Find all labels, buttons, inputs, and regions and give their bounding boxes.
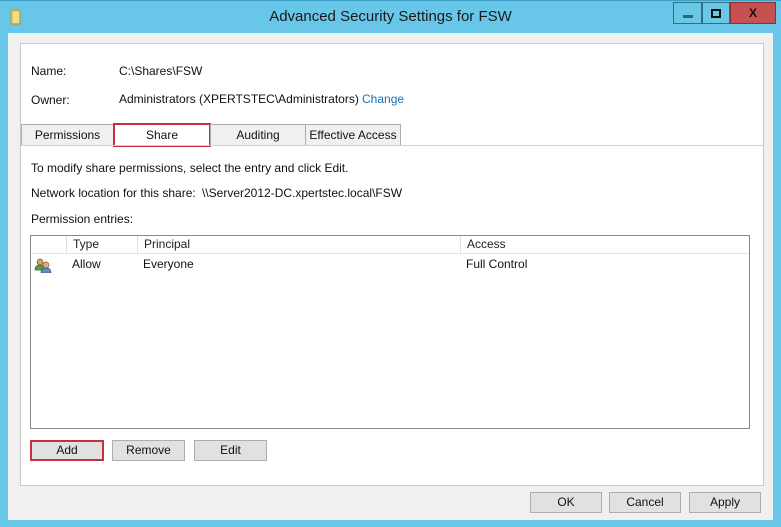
tab-auditing[interactable]: Auditing xyxy=(210,124,306,146)
add-button[interactable]: Add xyxy=(30,440,104,461)
advanced-security-settings-window: Advanced Security Settings for FSW X Nam… xyxy=(0,0,781,527)
close-icon: X xyxy=(748,6,757,20)
share-instruction-text: To modify share permissions, select the … xyxy=(31,161,349,175)
tab-effective-access[interactable]: Effective Access xyxy=(305,124,401,146)
change-owner-link[interactable]: Change xyxy=(362,92,404,106)
entry-principal: Everyone xyxy=(143,257,194,271)
maximize-icon xyxy=(711,8,721,18)
permission-entry-row[interactable]: Allow Everyone Full Control xyxy=(31,255,749,275)
tab-share[interactable]: Share xyxy=(113,123,211,147)
ok-button[interactable]: OK xyxy=(530,492,602,513)
network-location-value: \\Server2012-DC.xpertstec.local\FSW xyxy=(202,186,403,200)
permission-entries-list[interactable]: Type Principal Access Allow Everyone Ful… xyxy=(30,235,750,429)
tab-permissions[interactable]: Permissions xyxy=(21,124,114,146)
name-label: Name: xyxy=(31,64,67,78)
close-button[interactable]: X xyxy=(730,2,776,24)
window-title: Advanced Security Settings for FSW xyxy=(269,8,512,25)
list-header: Type Principal Access xyxy=(31,236,749,254)
column-header-icon[interactable] xyxy=(31,236,66,254)
title-bar[interactable]: Advanced Security Settings for FSW X xyxy=(0,1,781,34)
column-header-type[interactable]: Type xyxy=(66,236,137,254)
owner-label: Owner: xyxy=(31,93,70,107)
network-location-label: Network location for this share: xyxy=(31,186,196,200)
name-value: C:\Shares\FSW xyxy=(119,64,203,78)
minimize-icon xyxy=(682,14,693,18)
cancel-button[interactable]: Cancel xyxy=(609,492,681,513)
apply-button[interactable]: Apply xyxy=(689,492,761,513)
remove-button[interactable]: Remove xyxy=(112,440,185,461)
permission-entries-label: Permission entries: xyxy=(31,212,134,226)
dialog-client-area: Name: C:\Shares\FSW Owner: Administrator… xyxy=(8,33,773,520)
column-header-access[interactable]: Access xyxy=(460,236,749,254)
users-icon xyxy=(34,258,52,273)
column-header-principal[interactable]: Principal xyxy=(137,236,461,254)
maximize-button[interactable] xyxy=(702,2,730,24)
tab-divider xyxy=(21,145,763,146)
entry-access: Full Control xyxy=(466,257,528,271)
entry-type: Allow xyxy=(72,257,101,271)
edit-button[interactable]: Edit xyxy=(194,440,267,461)
owner-value: Administrators (XPERTSTEC\Administrators… xyxy=(119,92,359,106)
minimize-button[interactable] xyxy=(673,2,702,24)
settings-panel: Name: C:\Shares\FSW Owner: Administrator… xyxy=(20,43,764,486)
